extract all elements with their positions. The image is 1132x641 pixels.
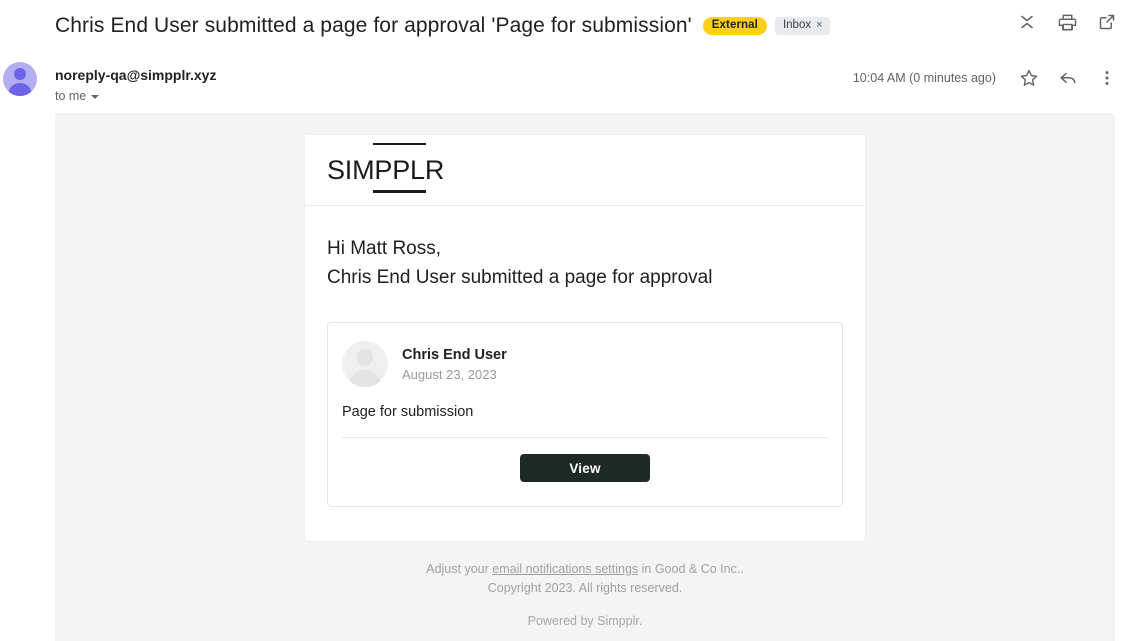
page-title: Chris End User submitted a page for appr… (55, 14, 692, 37)
recipient-toggle[interactable]: to me (55, 89, 100, 103)
card-action-area: View (342, 438, 828, 490)
footer-line-1-pre: Adjust your (426, 562, 493, 576)
label-chip-inbox[interactable]: Inbox × (774, 16, 830, 36)
email-greeting: Hi Matt Ross, Chris End User submitted a… (327, 234, 843, 292)
footer-line-1: Adjust your email notifications settings… (55, 560, 1115, 579)
chevron-down-icon[interactable] (91, 95, 100, 99)
logo-part-1: SIM (327, 154, 375, 185)
print-icon[interactable] (1056, 11, 1078, 33)
email-notification-settings-link[interactable]: email notifications settings (492, 562, 638, 576)
star-icon[interactable] (1018, 67, 1040, 89)
logo-part-3: R (424, 154, 445, 185)
more-options-icon[interactable] (1096, 67, 1118, 89)
close-icon[interactable]: × (816, 20, 822, 31)
author-avatar (342, 341, 388, 387)
label-chip-inbox-text: Inbox (782, 18, 812, 31)
author-avatar-head (357, 349, 373, 366)
email-card-content: Hi Matt Ross, Chris End User submitted a… (305, 206, 865, 541)
author-row: Chris End User August 23, 2023 (342, 339, 828, 387)
reply-icon[interactable] (1057, 67, 1079, 89)
footer-line-1-post: in Good & Co Inc.. (638, 562, 744, 576)
header-action-bar (1016, 11, 1118, 33)
recipient-label: to me (55, 89, 87, 103)
message-timestamp: 10:04 AM (0 minutes ago) (852, 71, 996, 85)
submitted-page-title: Page for submission (342, 404, 474, 420)
logo-part-2: PPL (373, 142, 427, 193)
author-date: August 23, 2023 (402, 366, 497, 382)
email-body-area: SIM PPL R Hi Matt Ross, Chris End User sub… (55, 113, 1115, 641)
email-subject-header: Chris End User submitted a page for appr… (0, 0, 1132, 52)
footer-copyright: Copyright 2023. All rights reserved. (487, 581, 683, 595)
author-avatar-body (349, 370, 381, 387)
avatar-head (14, 68, 26, 80)
collapse-all-icon[interactable] (1016, 11, 1038, 33)
author-meta: Chris End User August 23, 2023 (402, 347, 507, 382)
sender-email[interactable]: noreply-qa@simpplr.xyz (55, 67, 216, 83)
avatar[interactable] (3, 62, 37, 96)
message-action-bar: 10:04 AM (0 minutes ago) (853, 67, 1118, 89)
simpplr-logo: SIM PPL R (327, 142, 445, 193)
greeting-line-2: Chris End User submitted a page for appr… (327, 267, 713, 288)
status-badge-external: External (702, 16, 767, 36)
email-footer: Adjust your email notifications settings… (55, 560, 1115, 598)
view-button[interactable]: View (520, 454, 650, 482)
email-content-card: SIM PPL R Hi Matt Ross, Chris End User sub… (305, 135, 865, 541)
email-brand-header: SIM PPL R (305, 135, 865, 206)
avatar-body (8, 83, 32, 96)
sender-info-row: noreply-qa@simpplr.xyz to me 10:04 AM (0… (0, 56, 1132, 112)
subject-badges: External Inbox × (702, 16, 830, 36)
powered-by-label: Powered by Simpplr. (527, 614, 643, 628)
greeting-line-1: Hi Matt Ross, (327, 238, 442, 259)
author-name: Chris End User (402, 346, 507, 363)
open-in-new-window-icon[interactable] (1096, 11, 1118, 33)
content-summary-card: Chris End User August 23, 2023 Page for … (327, 322, 843, 507)
